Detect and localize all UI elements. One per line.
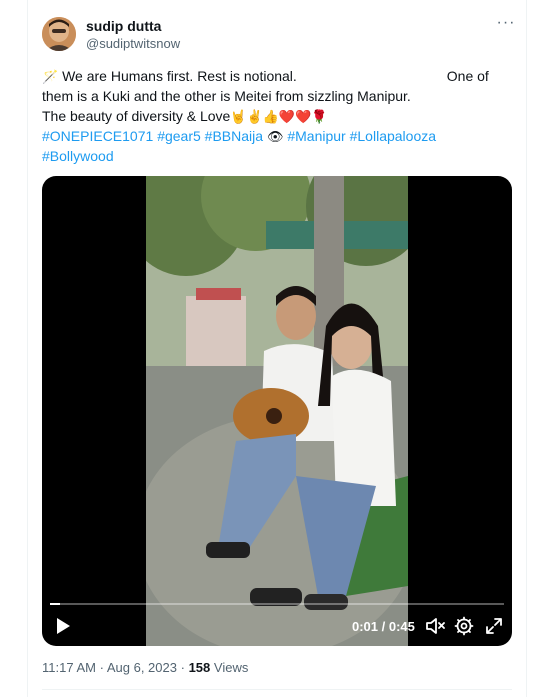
hashtag-link[interactable]: #BBNaija — [205, 128, 263, 144]
hashtag-link[interactable]: #gear5 — [157, 128, 201, 144]
emoji-group: 🤘✌️👍❤️❤️🌹 — [230, 109, 328, 124]
tweet-sentence: The beauty of diversity & Love — [42, 108, 231, 124]
hashtag-link[interactable]: #Lollapalooza — [350, 128, 436, 144]
ellipsis-icon[interactable]: ··· — [495, 15, 517, 36]
tweet-line-4: #ONEPIECE1071 #gear5 #BBNaija 👁 #Manipur… — [42, 126, 518, 146]
separator: · — [180, 660, 185, 675]
divider — [42, 689, 512, 690]
tweet-line-2: them is a Kuki and the other is Meitei f… — [42, 88, 411, 104]
tweet-line-5: #Bollywood — [42, 146, 518, 166]
avatar[interactable] — [42, 17, 76, 51]
separator: · — [99, 660, 104, 675]
tweet-text: 🪄 We are Humans first. Rest is notional.… — [42, 66, 518, 166]
tweet-date[interactable]: Aug 6, 2023 — [107, 660, 177, 675]
avatar-photo — [42, 17, 76, 51]
play-icon[interactable] — [54, 616, 72, 636]
video-player[interactable]: 0:01 / 0:45 — [42, 176, 512, 646]
tweet-sentence: We are Humans first. Rest is notional. — [62, 68, 297, 84]
settings-icon[interactable] — [454, 616, 474, 636]
hashtag-link[interactable]: #Bollywood — [42, 148, 114, 164]
views-label: Views — [213, 660, 249, 675]
fullscreen-glyph — [486, 618, 502, 634]
fullscreen-icon[interactable] — [484, 616, 504, 636]
mute-glyph — [426, 618, 445, 634]
video-scene — [146, 176, 408, 646]
mute-icon[interactable] — [425, 616, 445, 636]
eye-icon: 👁 — [266, 129, 284, 144]
magic-wand-icon: 🪄 — [42, 69, 59, 84]
tweet-line-3: The beauty of diversity & Love🤘✌️👍❤️❤️🌹 — [42, 106, 518, 126]
video-frame[interactable] — [146, 176, 408, 646]
tweet-time[interactable]: 11:17 AM — [42, 660, 96, 675]
progress-bar[interactable] — [50, 603, 504, 605]
tweet-sentence-tail: One of — [446, 68, 489, 84]
hashtag-link[interactable]: #Manipur — [287, 128, 345, 144]
tweet-metadata: 11:17 AM · Aug 6, 2023 · 158 Views — [42, 660, 248, 676]
author-name[interactable]: sudip dutta — [86, 17, 161, 35]
tweet-line-1: 🪄 We are Humans first. Rest is notional.… — [42, 66, 518, 86]
timeline-border-right — [526, 0, 527, 697]
timeline-border-left — [27, 0, 28, 697]
video-time: 0:01 / 0:45 — [352, 619, 415, 634]
hashtag-link[interactable]: #ONEPIECE1071 — [42, 128, 153, 144]
play-glyph — [57, 618, 70, 634]
views-count: 158 — [188, 660, 211, 675]
progress-fill — [50, 603, 60, 605]
settings-glyph — [454, 616, 474, 636]
author-handle[interactable]: @sudiptwitsnow — [86, 36, 180, 52]
